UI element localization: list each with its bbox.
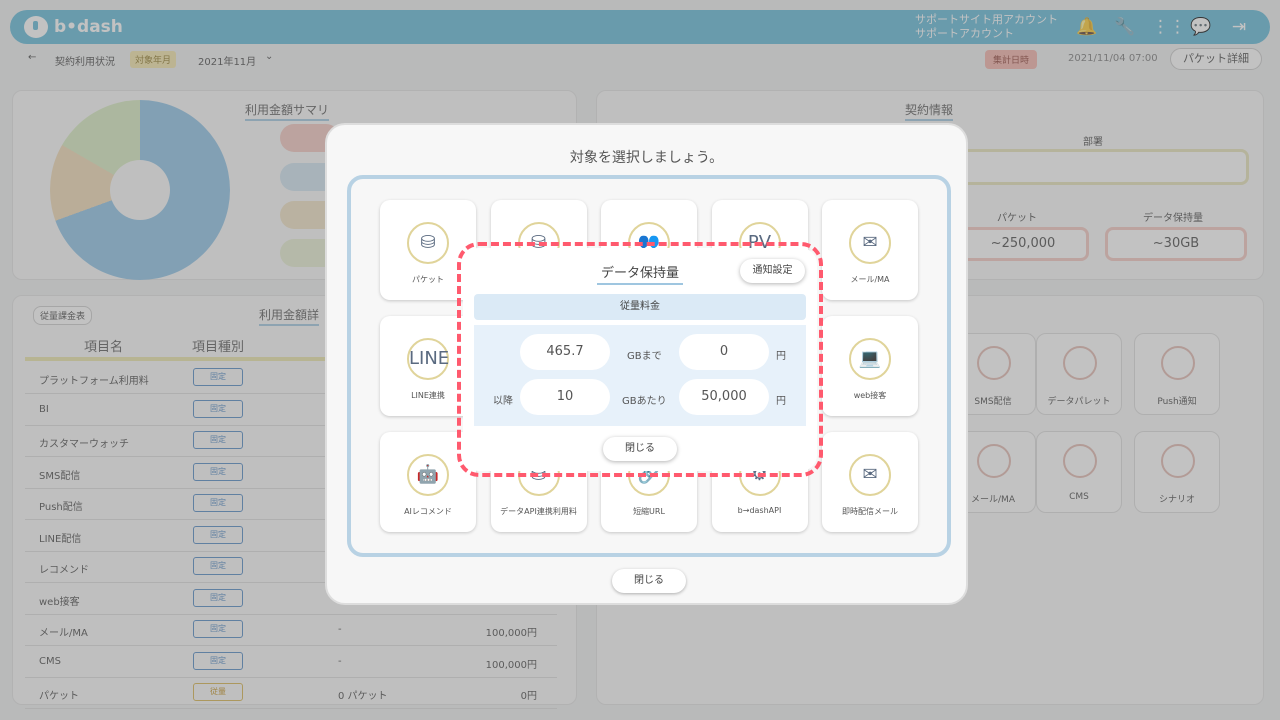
tile-label: web接客	[853, 391, 887, 400]
tier2-yen: 円	[776, 396, 786, 407]
mail-icon: ✉	[849, 222, 891, 264]
robot-icon: 🤖	[407, 454, 449, 496]
tile-label: b→dashAPI	[737, 506, 782, 515]
screen-icon: 💻	[849, 338, 891, 380]
select-target-title: 対象を選択しましょう。	[569, 150, 724, 166]
target-tile[interactable]: 💻 web接客	[822, 316, 918, 416]
modal-title-text: データ保持量	[596, 266, 683, 285]
database-icon: ⛁	[407, 222, 449, 264]
target-tile[interactable]: ✉ メール/MA	[822, 200, 918, 300]
tile-label: 短縮URL	[633, 507, 665, 516]
tier1-amount-input[interactable]: 465.7	[520, 334, 610, 370]
tier2-price-input[interactable]: 50,000	[679, 379, 769, 415]
middle-close-button[interactable]: 閉じる	[612, 569, 686, 593]
tier1-unit: GBまで	[627, 351, 662, 362]
tier2-unit: GBあたり	[622, 396, 667, 407]
close-button[interactable]: 閉じる	[603, 437, 677, 461]
payg-band: 従量料金	[474, 294, 806, 320]
tier2-label: 以降	[493, 396, 513, 407]
tile-label: データAPI連携利用料	[500, 507, 577, 516]
tier1-yen: 円	[776, 351, 786, 362]
data-retention-modal: データ保持量 通知設定 従量料金 465.7 GBまで 0 円 以降 10 GB…	[463, 248, 817, 471]
tier2-amount-input[interactable]: 10	[520, 379, 610, 415]
tile-label: メール/MA	[850, 275, 890, 284]
tier-grid: 465.7 GBまで 0 円 以降 10 GBあたり 50,000 円	[474, 325, 806, 426]
line-icon: LINE	[407, 338, 449, 380]
mail-icon: ✉	[849, 454, 891, 496]
notify-settings-button[interactable]: 通知設定	[740, 259, 805, 283]
target-tile[interactable]: ✉ 即時配信メール	[822, 432, 918, 532]
tier1-price-input[interactable]: 0	[679, 334, 769, 370]
tile-label: AIレコメンド	[404, 507, 452, 516]
tile-label: 即時配信メール	[842, 507, 898, 516]
